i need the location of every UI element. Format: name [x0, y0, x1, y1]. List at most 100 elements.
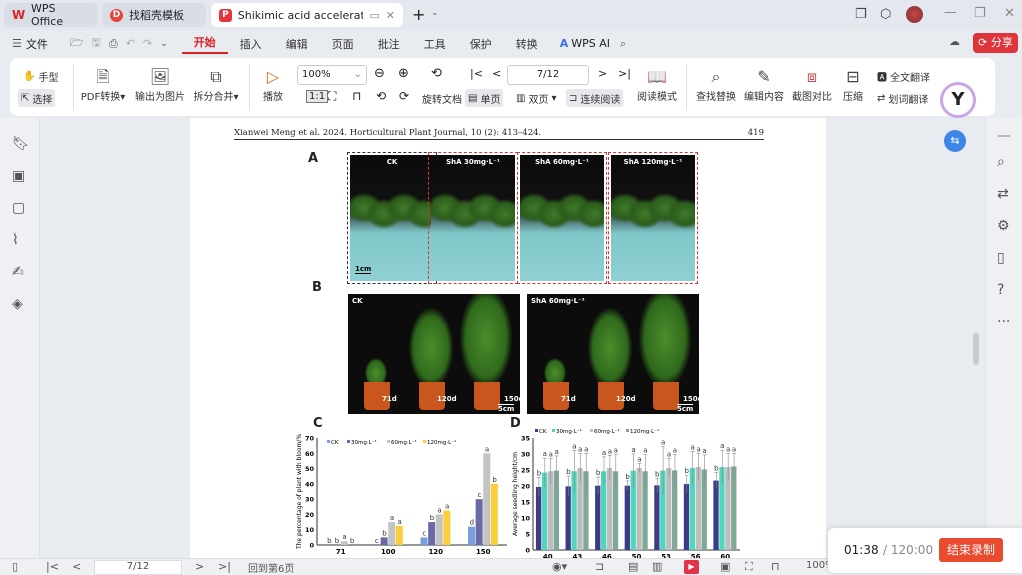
play-icon[interactable]: ▶ — [684, 560, 699, 574]
fit-icon[interactable]: ▣ — [720, 560, 730, 573]
translate-icon[interactable]: ⇄ — [997, 186, 1009, 202]
prev-page-icon[interactable]: < — [492, 67, 501, 80]
actual-size-icon[interactable]: 1:1 — [306, 90, 329, 103]
search-icon[interactable]: ⌕ — [620, 37, 626, 51]
double-page-icon[interactable]: ▥ — [652, 560, 662, 573]
single-page-icon[interactable]: ▤ — [628, 560, 638, 573]
single-page-button[interactable]: ▤ 单页 — [465, 89, 504, 107]
compress-button[interactable]: ⊟ 压缩 — [838, 66, 868, 103]
new-tab-icon[interactable]: + — [412, 5, 425, 24]
significance-letter: a — [485, 445, 489, 453]
menu-annotate[interactable]: 批注 — [366, 36, 412, 52]
menu-protect[interactable]: 保护 — [458, 36, 504, 52]
read-mode-button[interactable]: 📖 阅读模式 — [635, 66, 679, 103]
undo-icon[interactable]: ↶ — [126, 37, 135, 50]
fit-width-icon[interactable]: ⊓ — [352, 89, 361, 103]
ai-assistant-icon[interactable]: Y — [940, 82, 976, 118]
search-icon[interactable]: ⌕ — [997, 154, 1005, 170]
menu-edit[interactable]: 编辑 — [274, 36, 320, 52]
signature-icon[interactable]: ✍ — [12, 264, 24, 280]
last-page-icon[interactable]: >| — [218, 560, 231, 573]
split-merge-button[interactable]: ⧉ 拆分合并▾ — [190, 66, 242, 103]
layers-icon[interactable]: ◈ — [12, 296, 23, 312]
save-icon[interactable]: 🖫 — [92, 34, 101, 53]
significance-letter: a — [614, 447, 618, 455]
bookmark-icon[interactable]: 🔖︎ — [12, 136, 30, 152]
window-icon[interactable]: ❐ — [855, 7, 867, 22]
play-button[interactable]: ▷ 播放 — [258, 66, 288, 103]
menu-tools[interactable]: 工具 — [412, 36, 458, 52]
menu-page[interactable]: 页面 — [320, 36, 366, 52]
pdf-convert-button[interactable]: 🗎 PDF转换▾ — [78, 66, 128, 103]
menu-wps-ai[interactable]: WPS AI — [571, 37, 610, 50]
hamburger-icon[interactable]: ☰ — [12, 37, 22, 50]
first-page-icon[interactable]: |< — [470, 67, 483, 80]
vertical-scrollbar[interactable] — [973, 333, 979, 365]
rotate-document-button[interactable]: 旋转文档 — [419, 89, 465, 107]
continuous-read-button[interactable]: ⊐ 连续阅读 — [566, 89, 624, 107]
menu-insert[interactable]: 插入 — [228, 36, 274, 52]
status-page-input[interactable]: 7/12 — [94, 560, 182, 575]
menu-convert[interactable]: 转换 — [504, 36, 550, 52]
full-translate-button[interactable]: 🅰 全文翻译 — [874, 67, 933, 85]
zoom-select[interactable]: 100% ⌄ — [297, 65, 367, 85]
select-tool-button[interactable]: ⇱ 选择 — [18, 89, 56, 107]
stop-recording-button[interactable]: 结束录制 — [939, 538, 1003, 562]
cube-icon[interactable]: ⬡ — [880, 7, 891, 22]
monitor-icon[interactable]: ▭ — [369, 9, 379, 22]
fit-page-icon[interactable]: ⛶ — [328, 89, 336, 104]
menu-home[interactable]: 开始 — [181, 34, 228, 54]
double-page-button[interactable]: ▥ 双页 ▾ — [513, 89, 559, 107]
zoom-in-icon[interactable]: ⊕ — [398, 66, 409, 81]
prev-page-icon[interactable]: < — [72, 560, 81, 573]
close-icon[interactable]: ✕ — [1004, 6, 1015, 21]
chevron-down-icon[interactable]: ⌄ — [431, 8, 439, 18]
fullscreen-icon[interactable]: ⛶ — [745, 560, 753, 574]
page-number-input[interactable]: 7/12 — [507, 65, 589, 85]
find-replace-button[interactable]: ⌕ 查找替换 — [694, 66, 738, 103]
sidebar-toggle-icon[interactable]: ▯ — [12, 560, 18, 573]
next-page-icon[interactable]: > — [195, 560, 204, 573]
edit-content-button[interactable]: ✎ 编辑内容 — [742, 66, 786, 103]
chevron-down-icon[interactable]: ⌄ — [160, 39, 168, 49]
tab-docer[interactable]: D 找稻壳模板 — [102, 3, 206, 27]
redo-icon[interactable]: ↷ — [143, 37, 152, 50]
open-folder-icon[interactable]: 🗁 — [70, 34, 84, 53]
cloud-upload-icon[interactable]: ☁ — [949, 35, 960, 48]
hand-tool-button[interactable]: ✋ 手型 — [20, 67, 61, 85]
book-search-icon[interactable]: ▯ — [997, 250, 1005, 266]
avatar[interactable] — [906, 6, 923, 23]
significance-letter: a — [673, 446, 677, 454]
comment-icon[interactable]: ▢ — [12, 200, 25, 216]
back-to-page-link[interactable]: 回到第6页 — [248, 560, 294, 575]
thumbnail-icon[interactable]: ▣ — [12, 168, 25, 184]
rotate-page-icon[interactable]: ⟲ — [431, 66, 442, 81]
restore-icon[interactable]: ❐ — [974, 6, 986, 21]
rotate-left-icon[interactable]: ⟲ — [376, 89, 386, 103]
rotate-right-icon[interactable]: ⟳ — [399, 89, 409, 103]
share-button[interactable]: ⟳ 分享 — [973, 33, 1018, 53]
day-label: 120d — [616, 395, 636, 403]
continuous-icon[interactable]: ⊐ — [595, 560, 604, 573]
print-icon[interactable]: ⎙ — [109, 37, 118, 51]
close-tab-icon[interactable]: ✕ — [386, 9, 395, 22]
attachment-icon[interactable]: ⌇ — [12, 232, 19, 248]
word-translate-button[interactable]: ⇄ 划词翻译 — [874, 89, 931, 107]
tab-wps-office[interactable]: W WPS Office — [4, 2, 98, 28]
more-icon[interactable]: ··· — [997, 314, 1010, 330]
zoom-out-icon[interactable]: ⊖ — [374, 66, 385, 81]
collapse-icon[interactable]: — — [997, 128, 1011, 144]
menu-file[interactable]: 文件 — [26, 36, 48, 52]
help-icon[interactable]: ? — [997, 282, 1004, 298]
eye-icon[interactable]: ◉▾ — [552, 560, 567, 573]
last-page-icon[interactable]: >| — [618, 67, 631, 80]
floating-convert-icon[interactable]: ⇆ — [944, 130, 966, 152]
first-page-icon[interactable]: |< — [46, 560, 59, 573]
minimize-icon[interactable]: — — [944, 5, 957, 20]
tab-document[interactable]: P Shikimic acid accelerates ph ▭ ✕ — [211, 3, 403, 27]
screenshot-compare-button[interactable]: ⧈ 截图对比 — [790, 66, 834, 103]
settings-sliders-icon[interactable]: ⚙ — [997, 218, 1010, 234]
next-page-icon[interactable]: > — [598, 67, 607, 80]
export-image-button[interactable]: 🖼 输出为图片 — [132, 66, 188, 103]
fit-width-icon[interactable]: ⊓ — [771, 560, 780, 573]
